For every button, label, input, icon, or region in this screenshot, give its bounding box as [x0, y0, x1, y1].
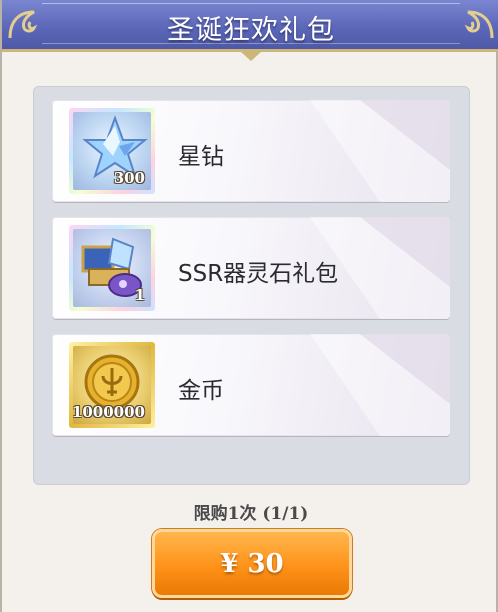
- item-icon-frame: 1: [69, 225, 155, 311]
- item-name: SSR器灵石礼包: [178, 261, 339, 287]
- reward-item[interactable]: 1 SSR器灵石礼包: [52, 217, 450, 319]
- item-name: 星钻: [178, 144, 224, 170]
- item-quantity: 1: [134, 286, 145, 304]
- gold-coin-icon: 1000000: [73, 346, 151, 424]
- item-quantity: 300: [113, 169, 145, 187]
- item-icon-frame: 300: [69, 108, 155, 194]
- item-name: 金币: [178, 378, 224, 404]
- item-icon-frame: 1000000: [69, 342, 155, 428]
- card-decoration: [310, 334, 450, 436]
- dialog-header: 圣诞狂欢礼包: [2, 0, 498, 52]
- star-diamond-icon: 300: [73, 112, 151, 190]
- card-decoration: [310, 100, 450, 202]
- reward-list-panel: 300 星钻 1 SSR器灵石礼包 1000000 金币: [33, 86, 470, 485]
- purchase-limit-text: 限购1次 (1/1): [193, 504, 309, 524]
- dialog-title: 圣诞狂欢礼包: [167, 15, 335, 46]
- buy-button-label: ¥ 30: [220, 549, 284, 579]
- item-quantity: 1000000: [73, 403, 145, 421]
- header-tab-notch: [241, 52, 261, 61]
- gift-pack-dialog: 圣诞狂欢礼包 300 星钻 1 SSR器灵石礼包 1000000 金币 限购1次…: [0, 0, 498, 612]
- reward-item[interactable]: 1000000 金币: [52, 334, 450, 436]
- reward-item[interactable]: 300 星钻: [52, 100, 450, 202]
- buy-button[interactable]: ¥ 30: [152, 529, 352, 598]
- spirit-stone-chest-icon: 1: [73, 229, 151, 307]
